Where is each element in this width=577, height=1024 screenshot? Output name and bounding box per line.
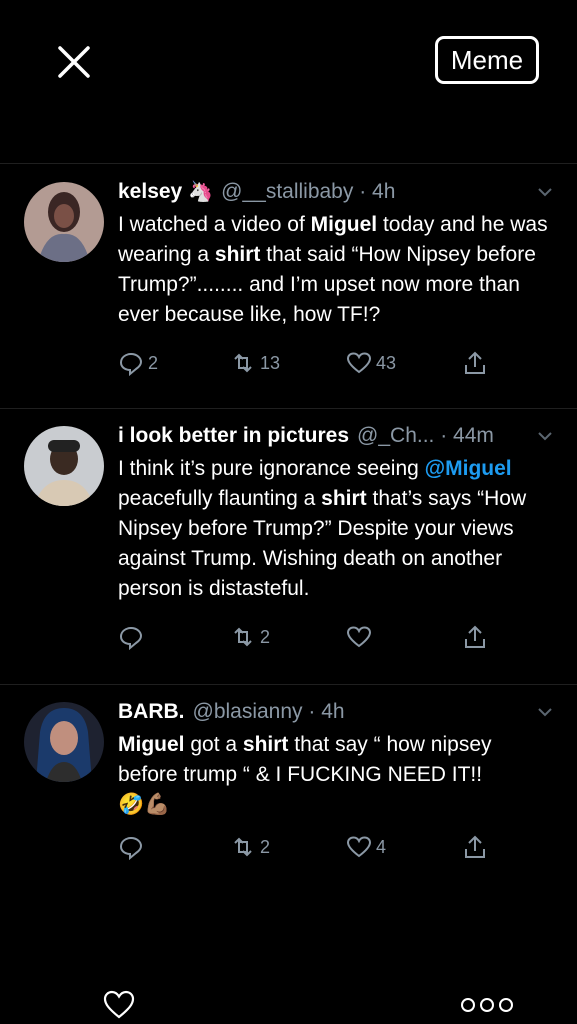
share-icon: [465, 835, 485, 858]
close-icon[interactable]: [54, 42, 94, 82]
reply-icon: [119, 626, 143, 650]
heart-icon: [346, 352, 372, 374]
avatar[interactable]: [24, 182, 104, 262]
tweet-text-part: peacefully flaunting a: [118, 487, 322, 510]
tweet-text: I think it’s pure ignorance seeing @Migu…: [118, 454, 555, 604]
more-options-icon[interactable]: [460, 996, 514, 1014]
like-button[interactable]: 4: [346, 834, 386, 860]
share-button[interactable]: [462, 834, 492, 860]
heart-icon: [346, 836, 372, 858]
tweet-text-part: got a: [184, 733, 243, 756]
retweet-button[interactable]: 2: [230, 624, 270, 650]
reply-icon: [119, 352, 143, 376]
tweet-text: I watched a video of Miguel today and he…: [118, 210, 555, 330]
retweet-count: 2: [260, 626, 271, 647]
divider: [0, 408, 577, 409]
tweet-text-part: I watched a video of: [118, 213, 311, 236]
tweet-text-part: Miguel: [310, 213, 378, 236]
tweet-emoji: 🤣💪🏽: [118, 793, 171, 816]
share-icon: [465, 625, 485, 648]
heart-icon[interactable]: [102, 988, 136, 1020]
author-name[interactable]: BARB.: [118, 698, 185, 726]
tweet-text-part: shirt: [321, 487, 367, 510]
tweet-text-part: Miguel: [118, 733, 185, 756]
reply-button[interactable]: 2: [118, 350, 158, 376]
handle-time: @blasianny · 4h: [192, 700, 345, 723]
mention-link[interactable]: @Miguel: [425, 457, 512, 480]
like-count: 43: [376, 352, 397, 373]
retweet-icon: [234, 837, 252, 857]
like-button[interactable]: [346, 624, 376, 650]
avatar[interactable]: [24, 426, 104, 506]
retweet-count: 13: [260, 352, 281, 373]
divider: [0, 684, 577, 685]
share-button[interactable]: [462, 624, 492, 650]
meme-button[interactable]: Meme: [435, 36, 539, 84]
retweet-icon: [234, 353, 252, 373]
heart-icon: [346, 626, 372, 648]
retweet-button[interactable]: 2: [230, 834, 270, 860]
tweet-text-part: I think it’s pure ignorance seeing: [118, 457, 425, 480]
like-count: 4: [376, 836, 387, 857]
handle-time: @_Ch... · 44m: [357, 424, 494, 447]
tweet-text-part: shirt: [214, 243, 261, 266]
handle-time: @__stallibaby · 4h: [221, 180, 396, 203]
share-button[interactable]: [462, 350, 492, 376]
share-icon: [465, 351, 485, 374]
chevron-down-icon[interactable]: [535, 182, 555, 202]
like-button[interactable]: 43: [346, 350, 396, 376]
author-name[interactable]: kelsey: [118, 178, 182, 206]
tweet-text: Miguel got a shirt that say “ how nipsey…: [118, 730, 555, 790]
avatar[interactable]: [24, 702, 104, 782]
retweet-button[interactable]: 13: [230, 350, 280, 376]
unicorn-icon: 🦄: [188, 181, 214, 203]
retweet-count: 2: [260, 836, 271, 857]
reply-button[interactable]: [118, 624, 148, 650]
reply-count: 2: [148, 352, 159, 373]
divider: [0, 163, 577, 164]
retweet-icon: [234, 627, 252, 647]
chevron-down-icon[interactable]: [535, 702, 555, 722]
reply-icon: [119, 836, 143, 860]
author-name[interactable]: i look better in pictures: [118, 422, 349, 450]
reply-button[interactable]: [118, 834, 148, 860]
chevron-down-icon[interactable]: [535, 426, 555, 446]
tweet-text-part: shirt: [242, 733, 289, 756]
